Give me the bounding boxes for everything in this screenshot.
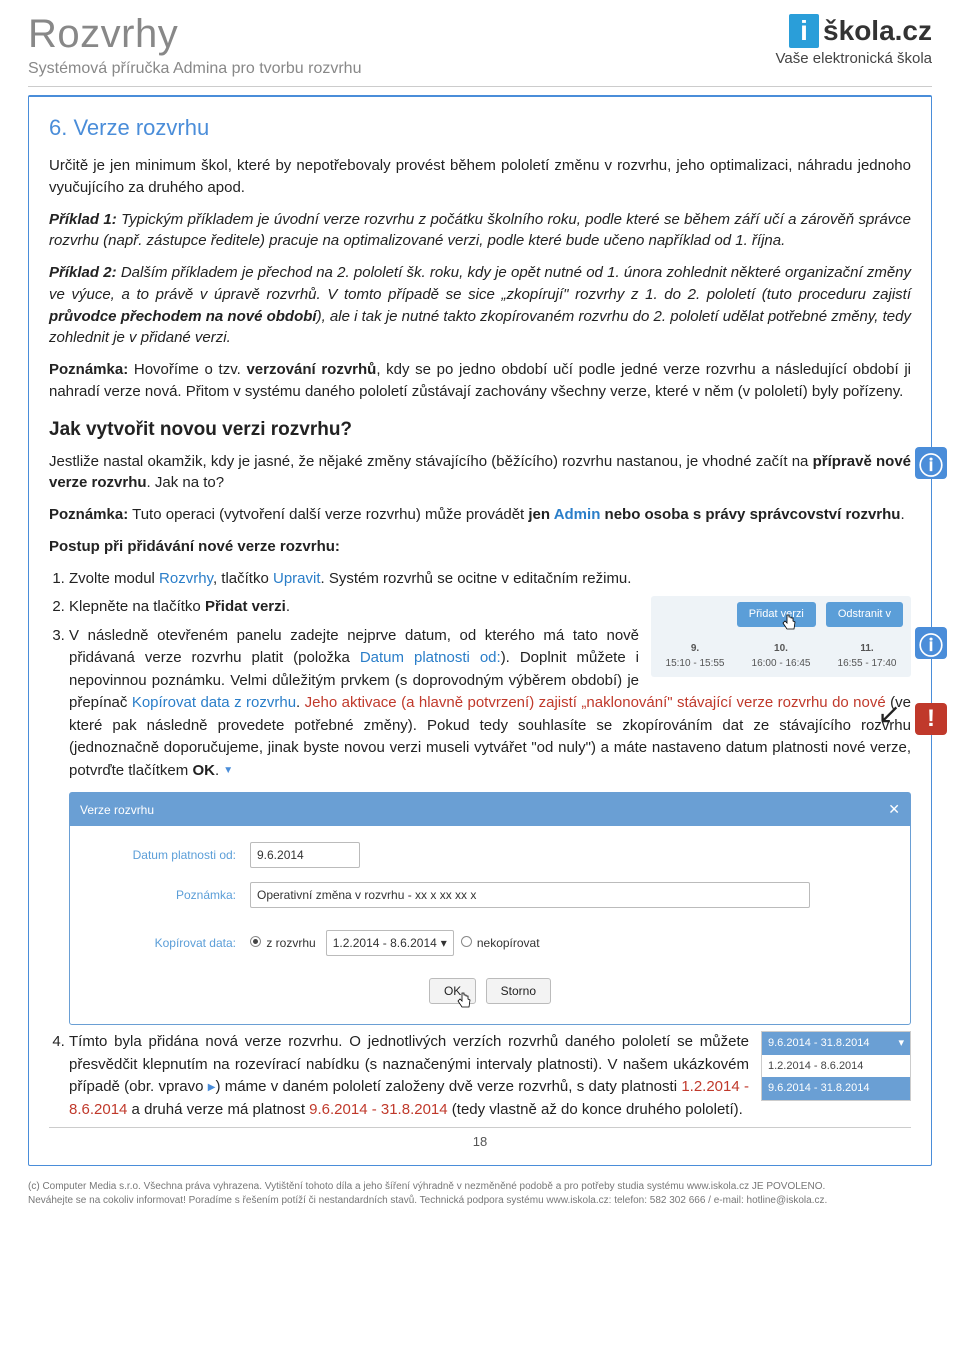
logo-icon: i xyxy=(789,14,819,48)
note-label: Poznámka: xyxy=(90,886,250,904)
example-1: Příklad 1: Typickým příkladem je úvodní … xyxy=(49,209,911,253)
subchapter-intro: Jestliže nastal okamžik, kdy je jasné, ž… xyxy=(49,451,911,495)
note-2: Poznámka: Tuto operaci (vytvoření další … xyxy=(49,504,911,526)
doc-title: Rozvrhy xyxy=(28,14,361,54)
version-dialog: Verze rozvrhu ✕ Datum platnosti od: 9.6.… xyxy=(69,792,911,1025)
info-icon: ⓘ xyxy=(915,447,947,479)
date-label: Datum platnosti od: xyxy=(90,846,250,864)
cancel-button[interactable]: Storno xyxy=(486,978,551,1004)
steps-list: Zvolte modul Rozvrhy, tlačítko Upravit. … xyxy=(49,568,911,1122)
steps-title: Postup při přidávání nové verze rozvrhu: xyxy=(49,536,911,558)
step-3: ! V následně otevřeném panelu zadejte ne… xyxy=(69,625,911,1026)
chevron-down-icon: ▾ xyxy=(441,934,447,952)
remove-version-button[interactable]: Odstranit v xyxy=(826,602,903,627)
page-number: 18 xyxy=(49,1127,911,1153)
subchapter-title: Jak vytvořit novou verzi rozvrhu? xyxy=(49,419,911,441)
logo: i škola.cz xyxy=(776,14,932,48)
chevron-down-icon: ▾ xyxy=(898,1035,904,1052)
logo-tagline: Vaše elektronická škola xyxy=(776,50,932,67)
step-4: 9.6.2014 - 31.8.2014 ▾ 1.2.2014 - 8.6.201… xyxy=(69,1031,911,1121)
radio-from-schedule[interactable]: z rozvrhu xyxy=(250,934,316,952)
copy-range-select[interactable]: 1.2.2014 - 8.6.2014 ▾ xyxy=(326,930,454,956)
info-icon: ⓘ xyxy=(915,627,947,659)
date-input[interactable]: 9.6.2014 xyxy=(250,842,360,868)
note-input[interactable]: Operativní změna v rozvrhu - xx x xx xx … xyxy=(250,882,810,908)
add-version-button[interactable]: Přidat verzi xyxy=(737,602,816,627)
content-frame: 6. Verze rozvrhu Určitě je jen minimum š… xyxy=(28,95,932,1166)
copy-label: Kopírovat data: xyxy=(90,934,250,952)
page-footer: (c) Computer Media s.r.o. Všechna práva … xyxy=(0,1176,960,1221)
note-1: Poznámka: Hovoříme o tzv. verzování rozv… xyxy=(49,359,911,403)
dropdown-option[interactable]: 9.6.2014 - 31.8.2014 xyxy=(762,1077,910,1100)
dropdown-option[interactable]: 1.2.2014 - 8.6.2014 xyxy=(762,1055,910,1078)
cursor-icon xyxy=(456,992,472,1018)
page-header: Rozvrhy Systémová příručka Admina pro tv… xyxy=(28,14,932,87)
alert-icon: ! xyxy=(915,703,947,735)
logo-text: škola.cz xyxy=(823,15,932,47)
chapter-title: 6. Verze rozvrhu xyxy=(49,115,911,141)
doc-subtitle: Systémová příručka Admina pro tvorbu roz… xyxy=(28,60,361,78)
intro-paragraph: Určitě je jen minimum škol, které by nep… xyxy=(49,155,911,199)
step-2: Přidat verzi Odstranit v 9.15:10 - 15:55… xyxy=(69,596,911,619)
triangle-down-icon: ▼ xyxy=(223,763,233,778)
close-icon[interactable]: ✕ xyxy=(888,799,900,820)
dialog-title: Verze rozvrhu xyxy=(80,801,154,819)
radio-no-copy[interactable]: nekopírovat xyxy=(461,934,540,952)
example-2: Příklad 2: Dalším příkladem je přechod n… xyxy=(49,262,911,349)
version-dropdown[interactable]: 9.6.2014 - 31.8.2014 ▾ 1.2.2014 - 8.6.201… xyxy=(761,1031,911,1101)
step-1: Zvolte modul Rozvrhy, tlačítko Upravit. … xyxy=(69,568,911,591)
